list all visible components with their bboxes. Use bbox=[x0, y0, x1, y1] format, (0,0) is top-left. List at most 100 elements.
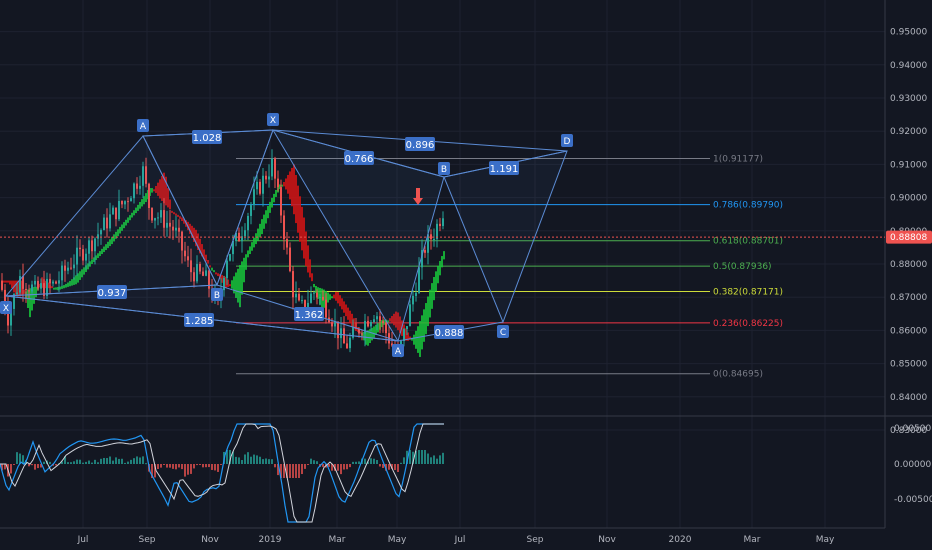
ribbon-segment bbox=[295, 175, 297, 224]
histogram-bar bbox=[337, 464, 339, 471]
ribbon-segment bbox=[243, 257, 245, 283]
fib-level-label: 0.236(0.86225) bbox=[713, 319, 783, 329]
histogram-bar bbox=[349, 464, 351, 468]
histogram-bar bbox=[13, 464, 15, 465]
candle-body bbox=[259, 181, 261, 194]
candle-body bbox=[313, 292, 315, 294]
time-tick-label: 2020 bbox=[669, 535, 692, 545]
pattern-point-label: B bbox=[441, 165, 447, 175]
time-tick-label: Sep bbox=[139, 535, 156, 545]
price-tick-label: 0.88000 bbox=[890, 260, 927, 270]
price-tick-label: 0.90000 bbox=[890, 194, 927, 204]
histogram-bar bbox=[217, 464, 219, 472]
ribbon-segment bbox=[437, 265, 439, 284]
ribbon-segment bbox=[439, 260, 441, 276]
histogram-bar bbox=[157, 464, 159, 469]
candle-body bbox=[376, 316, 378, 320]
ribbon-segment bbox=[413, 334, 415, 345]
histogram-bar bbox=[259, 456, 261, 464]
histogram-bar bbox=[442, 452, 444, 464]
candle-body bbox=[226, 260, 228, 279]
histogram-bar bbox=[427, 453, 429, 464]
pattern-ratio-label: 0.888 bbox=[435, 328, 464, 339]
ribbon-segment bbox=[311, 273, 313, 282]
ribbon-segment bbox=[251, 242, 253, 251]
forex-chart[interactable]: X A B X A B C D 1.028 0.937 1.285 0.766 0.896 1.362 1.… bbox=[0, 0, 932, 550]
candle-body bbox=[256, 181, 258, 190]
ribbon-segment bbox=[335, 291, 337, 301]
fib-level-label: 0.382(0.87171) bbox=[713, 288, 783, 298]
histogram-bar bbox=[379, 464, 381, 467]
candle-body bbox=[379, 316, 381, 322]
price-tick-label: 0.95000 bbox=[890, 28, 927, 38]
pattern-point-label: D bbox=[564, 137, 571, 147]
candle-body bbox=[406, 326, 408, 330]
histogram-bar bbox=[433, 455, 435, 464]
time-tick-label: Jul bbox=[77, 535, 89, 545]
histogram-bar bbox=[121, 458, 123, 464]
price-tick-label: 0.94000 bbox=[890, 61, 927, 71]
ribbon-segment bbox=[7, 280, 9, 283]
histogram-bar bbox=[145, 463, 147, 465]
ribbon-segment bbox=[249, 246, 251, 255]
histogram-bar bbox=[100, 458, 102, 464]
candle-body bbox=[298, 293, 300, 301]
ribbon-segment bbox=[297, 185, 299, 233]
candle-body bbox=[418, 267, 420, 293]
histogram-bar bbox=[421, 450, 423, 464]
histogram-bar bbox=[124, 462, 126, 464]
candle-body bbox=[373, 319, 375, 323]
histogram-bar bbox=[70, 462, 72, 464]
time-tick-label: Nov bbox=[201, 535, 219, 545]
histogram-bar bbox=[274, 464, 276, 468]
histogram-bar bbox=[373, 458, 375, 464]
histogram-bar bbox=[37, 464, 39, 469]
histogram-bar bbox=[235, 456, 237, 464]
histogram-bar bbox=[265, 458, 267, 464]
ribbon-segment bbox=[267, 206, 269, 219]
candle-body bbox=[424, 250, 426, 253]
histogram-bar bbox=[400, 462, 402, 464]
histogram-bar bbox=[418, 450, 420, 464]
ribbon-segment bbox=[273, 193, 275, 203]
histogram-bar bbox=[289, 464, 291, 478]
histogram-bar bbox=[178, 464, 180, 468]
histogram-bar bbox=[436, 458, 438, 464]
pattern-ratio-label: 1.362 bbox=[295, 310, 324, 321]
fib-level-label: 0.5(0.87936) bbox=[713, 262, 772, 272]
histogram-bar bbox=[211, 464, 213, 470]
pattern-ratio-label: 0.937 bbox=[98, 288, 127, 299]
ribbon-segment bbox=[419, 321, 421, 357]
histogram-bar bbox=[10, 464, 12, 474]
fib-level-label: 1(0.91177) bbox=[713, 155, 763, 165]
histogram-bar bbox=[97, 462, 99, 464]
histogram-bar bbox=[172, 464, 174, 469]
candle-body bbox=[385, 322, 387, 334]
histogram-bar bbox=[313, 460, 315, 464]
histogram-bar bbox=[34, 464, 36, 470]
price-tick-label: 0.84000 bbox=[890, 393, 927, 403]
candle-body bbox=[250, 205, 252, 216]
histogram-bar bbox=[88, 460, 90, 464]
candle-body bbox=[316, 292, 318, 298]
candle-body bbox=[403, 329, 405, 342]
oscillator-tick-label: -0.00500 bbox=[894, 495, 932, 505]
candle-body bbox=[295, 293, 297, 298]
price-tick-label: 0.92000 bbox=[890, 127, 927, 137]
histogram-bar bbox=[43, 461, 45, 464]
ribbon-segment bbox=[289, 171, 291, 200]
histogram-bar bbox=[397, 464, 399, 473]
histogram-bar bbox=[31, 464, 33, 466]
candle-body bbox=[439, 223, 441, 227]
price-tick-label: 0.87000 bbox=[890, 293, 927, 303]
pattern-ratio-label: 0.896 bbox=[406, 140, 435, 151]
histogram-bar bbox=[352, 461, 354, 464]
ribbon-segment bbox=[421, 315, 423, 350]
candle-body bbox=[253, 189, 255, 206]
pattern-point-label: B bbox=[214, 291, 220, 301]
ribbon-segment bbox=[303, 217, 305, 259]
ribbon-segment bbox=[331, 296, 333, 299]
ribbon-segment bbox=[301, 206, 303, 251]
ribbon-segment bbox=[435, 271, 437, 292]
histogram-bar bbox=[205, 464, 207, 468]
